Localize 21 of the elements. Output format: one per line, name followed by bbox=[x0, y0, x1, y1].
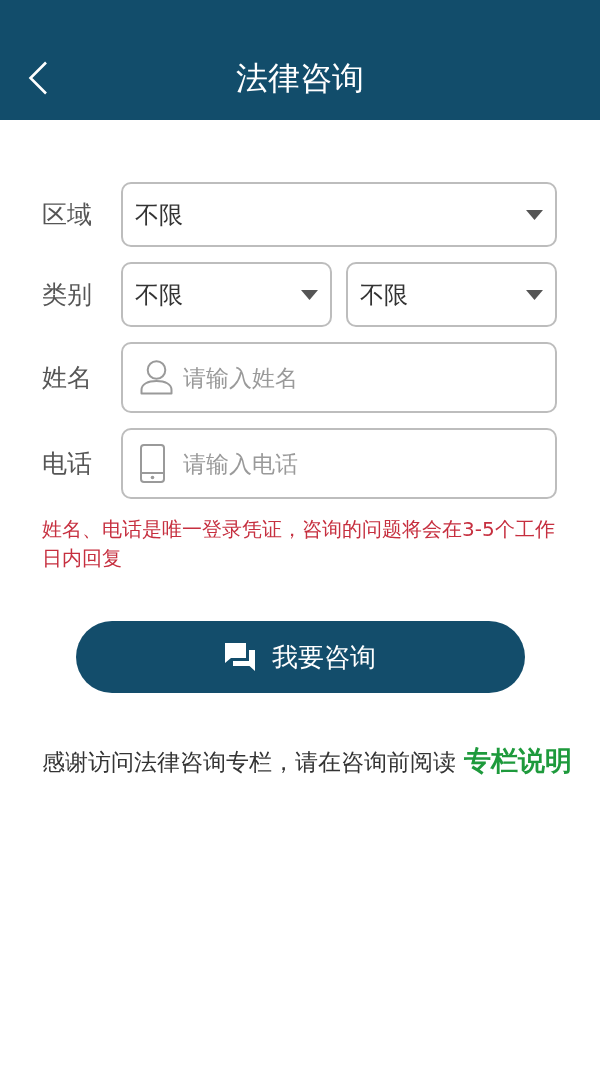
intro-text: 感谢访问法律咨询专栏，请在咨询前阅读 bbox=[42, 748, 456, 777]
phone-input[interactable]: 请输入电话 bbox=[121, 428, 557, 499]
name-input[interactable]: 请输入姓名 bbox=[121, 342, 557, 413]
dropdown[interactable]: 不限 bbox=[346, 262, 557, 327]
field-label: 区域 bbox=[42, 198, 93, 231]
page-title: 法律咨询 bbox=[236, 58, 364, 98]
person-icon bbox=[140, 360, 173, 395]
dropdown[interactable]: 不限 bbox=[121, 262, 332, 327]
column-info-link[interactable]: 专栏说明 bbox=[464, 743, 572, 779]
caret-icon bbox=[526, 289, 543, 300]
chat-bubbles-icon bbox=[224, 642, 256, 672]
dropdown[interactable]: 不限 bbox=[121, 182, 557, 247]
consult-button[interactable]: 我要咨询 bbox=[75, 621, 525, 693]
phone-icon bbox=[140, 444, 165, 483]
field-label: 姓名 bbox=[42, 361, 93, 394]
field-label: 类别 bbox=[42, 278, 93, 311]
notice-text: 姓名、电话是唯一登录凭证，咨询的问题将会在3-5个工作日内回复 bbox=[42, 516, 556, 572]
chevron-left-icon bbox=[28, 61, 48, 95]
field-label: 电话 bbox=[42, 447, 93, 480]
caret-icon bbox=[301, 289, 318, 300]
caret-icon bbox=[526, 209, 543, 220]
